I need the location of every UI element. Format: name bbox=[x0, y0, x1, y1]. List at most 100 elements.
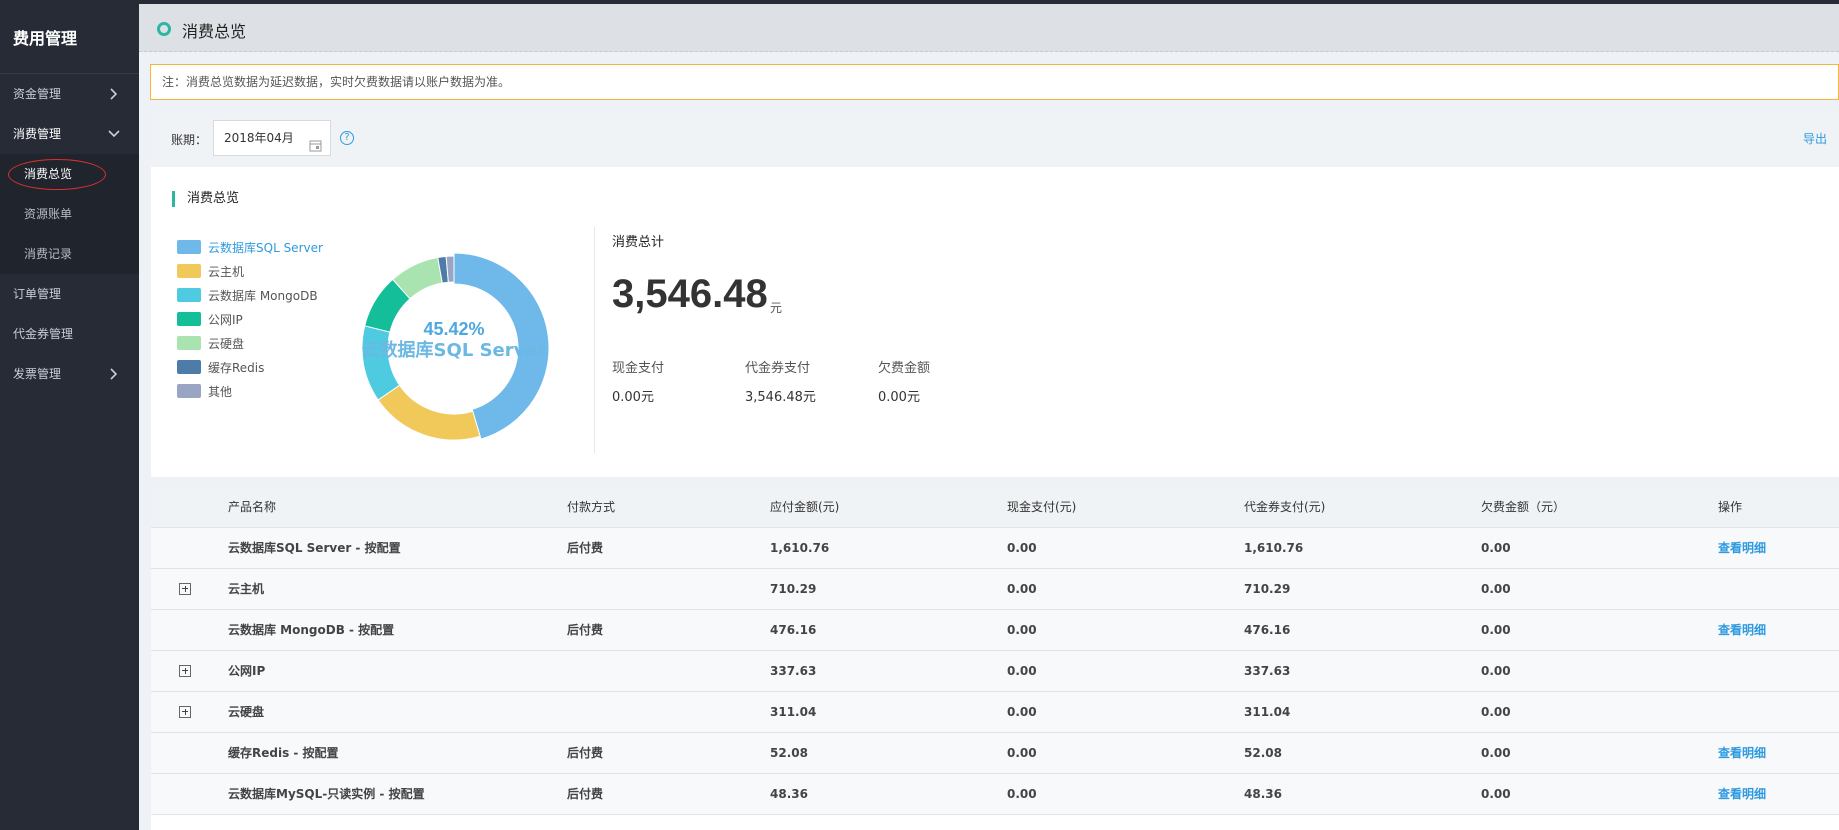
page-header: 消费总览 bbox=[139, 0, 1839, 52]
view-details-link[interactable]: 查看明细 bbox=[1718, 610, 1766, 650]
overview-title: 消费总览 bbox=[172, 191, 239, 207]
legend-label: 其他 bbox=[208, 384, 233, 399]
cash-label: 现金支付 bbox=[612, 361, 665, 376]
cell-owed: 0.00 bbox=[1481, 746, 1511, 760]
highlight-ellipse bbox=[8, 159, 106, 190]
legend-label: 云数据库SQL Server bbox=[208, 240, 323, 255]
chevron-down-icon bbox=[107, 114, 121, 154]
sidebar-subitem-consumption-records[interactable]: 消费记录 bbox=[0, 234, 139, 274]
legend-item[interactable]: 云数据库 MongoDB bbox=[177, 283, 323, 307]
voucher-label: 代金券支付 bbox=[745, 361, 811, 376]
expand-plus-icon[interactable] bbox=[179, 706, 191, 718]
cash-value: 0.00元 bbox=[612, 390, 654, 405]
period-picker[interactable]: 2018年04月 bbox=[213, 120, 331, 156]
table-row: 云主机 710.29 0.00 710.29 0.00 bbox=[151, 569, 1839, 610]
chevron-right-icon bbox=[107, 74, 121, 114]
sidebar-item-orders[interactable]: 订单管理 bbox=[0, 274, 139, 314]
sidebar-item-label: 发票管理 bbox=[13, 367, 62, 381]
sidebar-item-label: 订单管理 bbox=[13, 287, 62, 301]
column-header-product: 产品名称 bbox=[228, 500, 277, 514]
cell-voucher: 337.63 bbox=[1244, 664, 1291, 678]
legend-label: 缓存Redis bbox=[208, 360, 265, 375]
legend-swatch bbox=[177, 336, 201, 350]
cell-voucher: 1,610.76 bbox=[1244, 541, 1304, 555]
donut-center-label: 云数据库SQL Server bbox=[362, 339, 547, 361]
donut-chart: 45.42% 云数据库SQL Server bbox=[361, 252, 550, 441]
sidebar-item-consumption[interactable]: 消费管理 bbox=[0, 114, 139, 154]
table-header-row: 产品名称 付款方式 应付金额(元) 现金支付(元) 代金券支付(元) 欠费金额（… bbox=[151, 487, 1839, 528]
sidebar-subitem-resource-bill[interactable]: 资源账单 bbox=[0, 194, 139, 234]
total-value: 3,546.48 bbox=[612, 272, 768, 316]
legend-item[interactable]: 其他 bbox=[177, 379, 323, 403]
sidebar-item-vouchers[interactable]: 代金券管理 bbox=[0, 314, 139, 354]
expand-plus-icon[interactable] bbox=[179, 583, 191, 595]
donut-slice-3[interactable] bbox=[361, 325, 401, 401]
sidebar-item-funds[interactable]: 资金管理 bbox=[0, 74, 139, 114]
table-row: 云硬盘 311.04 0.00 311.04 0.00 bbox=[151, 692, 1839, 733]
sidebar: 费用管理 资金管理 消费管理 消费总览 资源账单 消费记录 订单管理 代金券管理… bbox=[0, 0, 139, 830]
table-row: 云数据库MySQL-只读实例 - 按配置 后付费 48.36 0.00 48.3… bbox=[151, 774, 1839, 815]
legend-swatch bbox=[177, 360, 201, 374]
donut-center-percent: 45.42% bbox=[423, 319, 484, 339]
column-header-payment: 付款方式 bbox=[567, 500, 616, 514]
cell-owed: 0.00 bbox=[1481, 623, 1511, 637]
cell-due: 48.36 bbox=[770, 787, 808, 801]
sidebar-subitem-overview[interactable]: 消费总览 bbox=[0, 154, 139, 194]
sidebar-item-label: 资金管理 bbox=[13, 87, 62, 101]
legend-item[interactable]: 公网IP bbox=[177, 307, 323, 331]
cell-owed: 0.00 bbox=[1481, 705, 1511, 719]
chevron-right-icon bbox=[107, 354, 121, 394]
export-button[interactable]: 导出 bbox=[1803, 130, 1827, 147]
cell-due: 1,610.76 bbox=[770, 541, 830, 555]
cell-owed: 0.00 bbox=[1481, 787, 1511, 801]
owed-value: 0.00元 bbox=[878, 390, 920, 405]
column-header-cash: 现金支付(元) bbox=[1007, 500, 1077, 514]
total-label: 消费总计 bbox=[612, 235, 665, 250]
legend-item[interactable]: 缓存Redis bbox=[177, 355, 323, 379]
cell-payment: 后付费 bbox=[567, 541, 604, 555]
donut-slice-2[interactable] bbox=[377, 384, 481, 441]
cell-voucher: 52.08 bbox=[1244, 746, 1282, 760]
table-row: 云数据库 MongoDB - 按配置 后付费 476.16 0.00 476.1… bbox=[151, 610, 1839, 651]
cell-voucher: 311.04 bbox=[1244, 705, 1291, 719]
table-row: 缓存Redis - 按配置 后付费 52.08 0.00 52.08 0.00 … bbox=[151, 733, 1839, 774]
calendar-icon bbox=[309, 131, 322, 152]
legend-item[interactable]: 云主机 bbox=[177, 259, 323, 283]
column-header-action: 操作 bbox=[1718, 500, 1743, 514]
divider bbox=[594, 227, 595, 453]
view-details-link[interactable]: 查看明细 bbox=[1718, 733, 1766, 773]
cell-voucher: 710.29 bbox=[1244, 582, 1291, 596]
legend-item[interactable]: 云数据库SQL Server bbox=[177, 235, 323, 259]
cell-payment: 后付费 bbox=[567, 787, 604, 801]
voucher-value: 3,546.48元 bbox=[745, 390, 816, 405]
cell-product: 云数据库MySQL-只读实例 - 按配置 bbox=[228, 787, 425, 801]
sidebar-item-invoices[interactable]: 发票管理 bbox=[0, 354, 139, 394]
period-value: 2018年04月 bbox=[224, 131, 294, 145]
cell-voucher: 476.16 bbox=[1244, 623, 1291, 637]
cell-cash: 0.00 bbox=[1007, 623, 1037, 637]
column-header-owed: 欠费金额（元） bbox=[1481, 500, 1566, 514]
period-label: 账期： bbox=[171, 133, 208, 147]
cell-due: 52.08 bbox=[770, 746, 808, 760]
legend-item[interactable]: 云硬盘 bbox=[177, 331, 323, 355]
cell-due: 311.04 bbox=[770, 705, 817, 719]
chart-legend: 云数据库SQL Server 云主机 云数据库 MongoDB 公网IP 云硬盘… bbox=[177, 235, 323, 403]
view-details-link[interactable]: 查看明细 bbox=[1718, 528, 1766, 568]
column-header-voucher: 代金券支付(元) bbox=[1244, 500, 1326, 514]
cell-owed: 0.00 bbox=[1481, 541, 1511, 555]
help-icon[interactable]: ? bbox=[340, 131, 354, 145]
legend-label: 公网IP bbox=[208, 312, 243, 327]
owed-label: 欠费金额 bbox=[878, 361, 931, 376]
expand-plus-icon[interactable] bbox=[179, 665, 191, 677]
legend-label: 云硬盘 bbox=[208, 336, 245, 351]
column-header-due: 应付金额(元) bbox=[770, 500, 840, 514]
total-unit: 元 bbox=[770, 301, 783, 315]
sidebar-title: 费用管理 bbox=[0, 0, 139, 74]
cell-owed: 0.00 bbox=[1481, 664, 1511, 678]
table-row: 云数据库SQL Server - 按配置 后付费 1,610.76 0.00 1… bbox=[151, 528, 1839, 569]
legend-swatch bbox=[177, 384, 201, 398]
cell-cash: 0.00 bbox=[1007, 541, 1037, 555]
page-title: 消费总览 bbox=[182, 22, 247, 41]
status-dot-icon bbox=[157, 22, 171, 36]
view-details-link[interactable]: 查看明细 bbox=[1718, 774, 1766, 814]
